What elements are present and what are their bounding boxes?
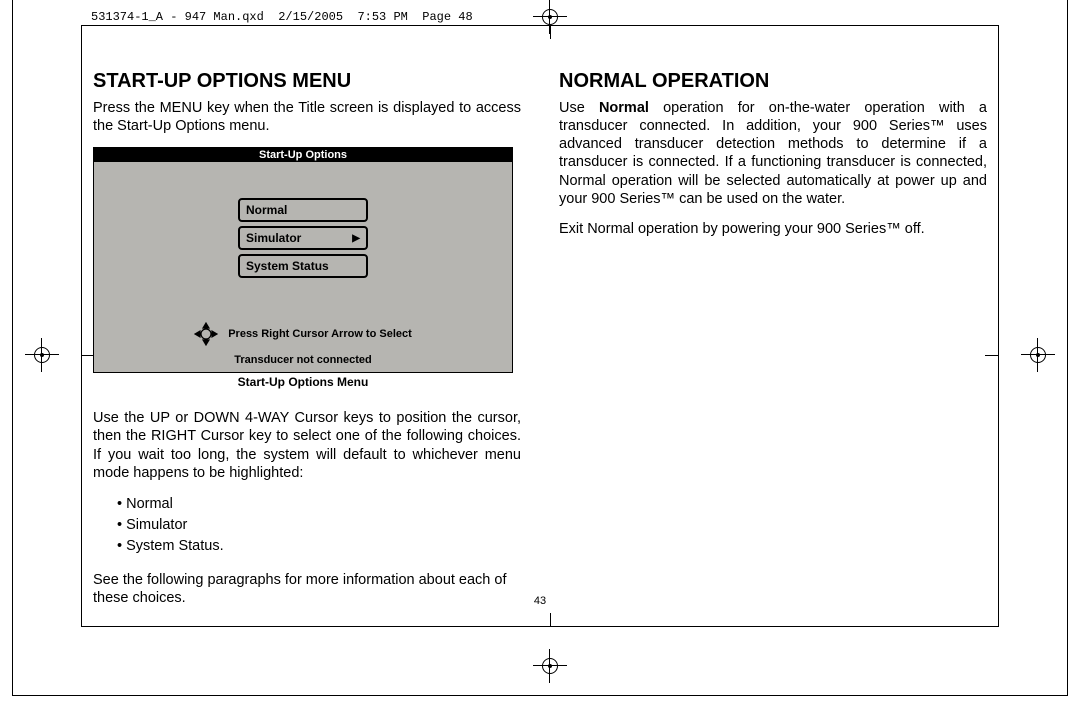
heading-startup: START-UP OPTIONS MENU (93, 70, 521, 93)
device-menu: Normal Simulator ▶ System Status (94, 162, 512, 350)
registration-mark-bottom (533, 649, 567, 683)
bullet-item: System Status. (117, 536, 521, 557)
print-header: 531374-1_A - 947 Man.qxd 2/15/2005 7:53 … (91, 10, 473, 24)
menu-option-normal[interactable]: Normal (238, 198, 368, 222)
device-caption: Start-Up Options Menu (93, 375, 513, 389)
cursor-dpad-icon (194, 322, 218, 346)
menu-option-label: System Status (246, 259, 329, 273)
para-intro: Press the MENU key when the Title screen… (93, 99, 521, 135)
menu-option-simulator[interactable]: Simulator ▶ (238, 226, 368, 250)
device-titlebar: Start-Up Options (94, 148, 512, 162)
device-screenshot: Start-Up Options Normal Simulator ▶ Syst… (93, 147, 513, 373)
para-normal-exit: Exit Normal operation by powering your 9… (559, 220, 987, 238)
bullet-item: Simulator (117, 515, 521, 536)
page-frame: 531374-1_A - 947 Man.qxd 2/15/2005 7:53 … (12, 0, 1068, 696)
device-status: Transducer not connected (94, 350, 512, 372)
heading-normal: NORMAL OPERATION (559, 70, 987, 93)
content-columns: START-UP OPTIONS MENU Press the MENU key… (93, 70, 987, 615)
bullet-item: Normal (117, 494, 521, 515)
right-column: NORMAL OPERATION Use Normal operation fo… (559, 70, 987, 615)
device-hint-row: Press Right Cursor Arrow to Select (194, 322, 412, 346)
menu-option-label: Normal (246, 203, 287, 217)
tick-top (550, 25, 551, 39)
registration-mark-right (1021, 338, 1055, 372)
device-hint-text: Press Right Cursor Arrow to Select (228, 328, 412, 340)
chevron-right-icon: ▶ (352, 233, 360, 244)
tick-right (985, 355, 999, 356)
registration-mark-left (25, 338, 59, 372)
bullet-list: Normal Simulator System Status. (117, 494, 521, 557)
left-column: START-UP OPTIONS MENU Press the MENU key… (93, 70, 521, 615)
menu-option-system-status[interactable]: System Status (238, 254, 368, 278)
para-instructions: Use the UP or DOWN 4-WAY Cursor keys to … (93, 409, 521, 482)
page-number: 43 (13, 595, 1067, 607)
menu-option-label: Simulator (246, 231, 301, 245)
para-normal-desc: Use Normal operation for on-the-water op… (559, 99, 987, 208)
tick-bottom (550, 613, 551, 627)
